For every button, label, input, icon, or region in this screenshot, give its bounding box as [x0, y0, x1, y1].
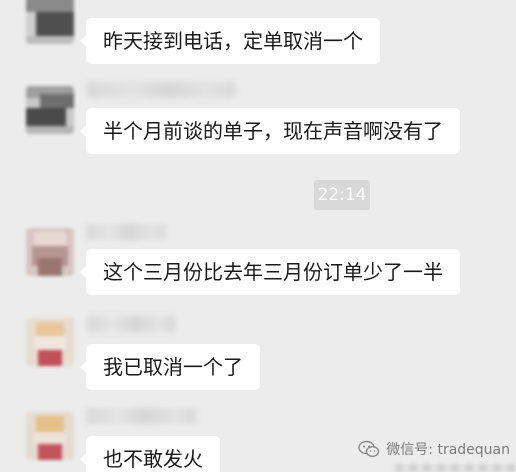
avatar[interactable] — [26, 412, 74, 460]
message-text: 也不敢发火 — [103, 447, 203, 471]
message-text: 这个三月份比去年三月份订单少了一半 — [103, 260, 443, 284]
sender-name — [86, 82, 236, 98]
sender-name — [86, 224, 166, 240]
message-text: 半个月前谈的单子，现在声音啊没有了 — [103, 119, 443, 143]
message-bubble[interactable]: 半个月前谈的单子，现在声音啊没有了 — [80, 108, 460, 154]
watermark: 微信号: tradequan — [358, 438, 510, 460]
wechat-icon — [358, 440, 380, 458]
timestamp: 22:14 — [314, 180, 370, 210]
sender-name — [86, 408, 196, 424]
sender-name — [86, 316, 176, 332]
avatar[interactable] — [26, 0, 74, 44]
blurred-text — [395, 464, 516, 472]
message-bubble[interactable]: 这个三月份比去年三月份订单少了一半 — [80, 249, 460, 295]
avatar[interactable] — [26, 318, 74, 366]
watermark-text: 微信号: tradequan — [386, 442, 510, 458]
avatar[interactable] — [26, 228, 74, 276]
message-bubble[interactable]: 也不敢发火 — [80, 436, 220, 472]
message-bubble[interactable]: 我已取消一个了 — [80, 344, 260, 390]
chat-window: 昨天接到电话，定单取消一个 半个月前谈的单子，现在声音啊没有了 22:14 这个… — [0, 0, 516, 472]
avatar[interactable] — [26, 86, 74, 134]
message-text: 我已取消一个了 — [103, 355, 243, 379]
message-bubble[interactable]: 昨天接到电话，定单取消一个 — [80, 18, 380, 64]
message-text: 昨天接到电话，定单取消一个 — [103, 29, 363, 53]
